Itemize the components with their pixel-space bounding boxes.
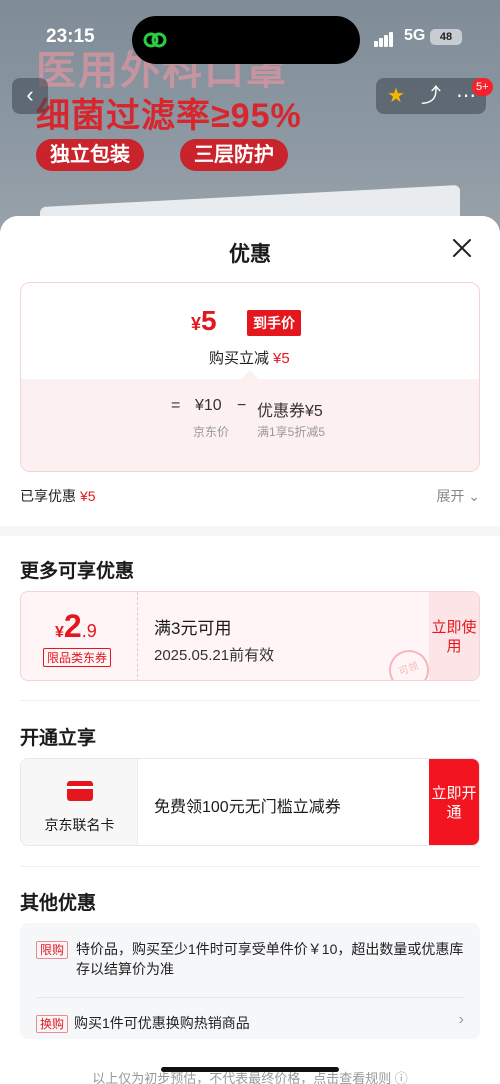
signal-icon (374, 29, 394, 47)
coupon-condition: 满3元可用 (154, 619, 232, 638)
limit-tag: 限购 (36, 941, 69, 959)
coupon-expiry: 2025.05.21前有效 (154, 647, 275, 664)
status-bar: 23:15 5G 48 (0, 16, 500, 64)
jd-price: ¥10 (195, 397, 222, 414)
dynamic-island (132, 16, 360, 64)
coupon-kind-tag: 限品类东券 (43, 648, 112, 667)
cobrand-card-area: 京东联名卡 (21, 759, 138, 845)
link-icon (143, 32, 167, 48)
section-divider (20, 866, 480, 867)
back-button[interactable]: ‹ (12, 78, 48, 114)
limit-text: 特价品，购买至少1件时可享受单件价￥10，超出数量或优惠库存以结算价为准 (76, 941, 464, 977)
exchange-text: 购买1件可优惠换购热销商品 (74, 1015, 250, 1031)
exchange-tag: 换购 (36, 1015, 69, 1033)
coupon-rule: 满1享5折减5 (257, 425, 326, 439)
coupon-card: ¥2.9 限品类东券 满3元可用 2025.05.21前有效 可领 立即使用 (20, 591, 480, 681)
more-offers-heading: 更多可享优惠 (20, 561, 135, 582)
coupon-stamp: 可领 (383, 644, 435, 680)
nav-actions: ★ ⤴ ⋯ (376, 78, 486, 114)
sheet-title: 优惠 (229, 243, 271, 266)
home-indicator (161, 1067, 339, 1072)
use-coupon-button[interactable]: 立即使用 (429, 592, 479, 680)
enjoyed-discount: 已享优惠 ¥5 (20, 488, 96, 504)
formula-minus: − (237, 397, 247, 414)
expand-toggle[interactable]: 展开 ⌄ (436, 486, 480, 506)
list-divider (36, 997, 464, 998)
hero-pill-2: 三层防护 (180, 139, 288, 171)
final-price: ¥5 (191, 305, 217, 336)
formula-equals: = (171, 397, 181, 414)
coupon-amount: ¥2.9 (55, 608, 97, 644)
share-icon[interactable]: ⤴ (419, 84, 443, 108)
close-icon[interactable] (450, 236, 474, 260)
cobrand-card-offer: 京东联名卡 免费领100元无门槛立减券 立即开通 (20, 758, 480, 846)
cobrand-card-name: 京东联名卡 (44, 817, 115, 833)
offers-sheet: 优惠 ¥5 到手价 购买立减 ¥5 = ¥10 − 优惠券¥5 京东价 满1享5折… (0, 216, 500, 1084)
other-offers-heading: 其他优惠 (20, 893, 97, 914)
final-price-tag: 到手价 (247, 310, 301, 336)
hero-subtitle: 细菌过滤率≥95% (36, 97, 302, 135)
other-offers-list: 限购 特价品，购买至少1件时可享受单件价￥10，超出数量或优惠库存以结算价为准 … (20, 923, 480, 1039)
message-badge: 5+ (472, 78, 493, 96)
section-divider (20, 700, 480, 701)
coupon-amount-area: ¥2.9 限品类东券 (21, 592, 138, 680)
battery-icon: 48 (430, 29, 462, 45)
credit-card-icon (67, 781, 93, 801)
network-type: 5G (404, 27, 426, 44)
list-item: 限购 特价品，购买至少1件时可享受单件价￥10，超出数量或优惠库存以结算价为准 (36, 939, 466, 977)
price-formula-area (21, 379, 479, 471)
instant-reduction: 购买立减 ¥5 (209, 350, 290, 367)
cobrand-card-description: 免费领100元无门槛立减券 (154, 799, 341, 816)
favorite-icon[interactable]: ★ (384, 84, 408, 108)
chevron-right-icon[interactable]: › (459, 1011, 464, 1029)
open-card-button[interactable]: 立即开通 (429, 759, 479, 845)
hero-pill-1: 独立包装 (36, 139, 144, 171)
price-breakdown-card: ¥5 到手价 购买立减 ¥5 = ¥10 − 优惠券¥5 京东价 满1享5折减5 (20, 282, 480, 472)
list-item[interactable]: 换购 购买1件可优惠换购热销商品 (36, 1013, 250, 1033)
jd-price-label: 京东价 (193, 425, 230, 439)
open-enjoy-heading: 开通立享 (20, 728, 97, 749)
status-time: 23:15 (46, 26, 95, 47)
coupon-deduction: 优惠券¥5 (257, 403, 323, 420)
